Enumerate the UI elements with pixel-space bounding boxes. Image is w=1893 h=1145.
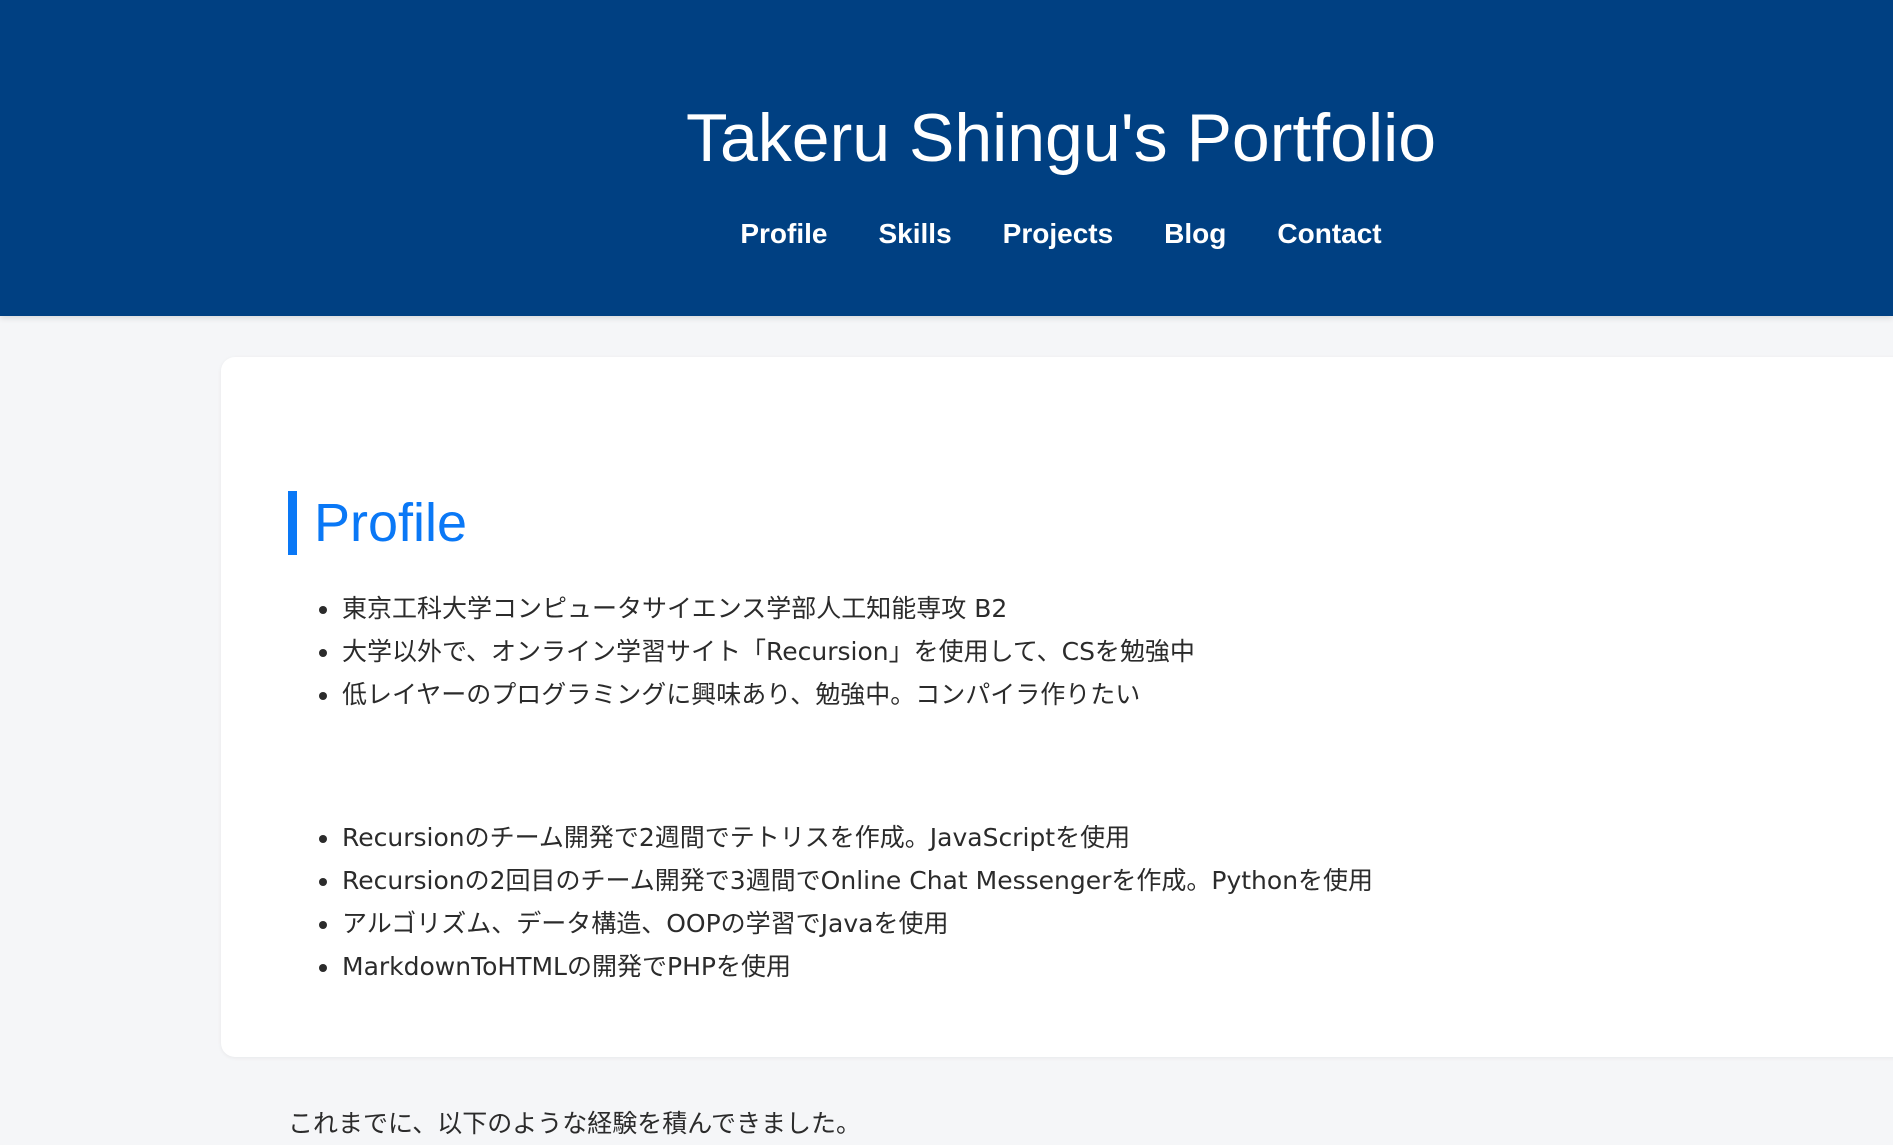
profile-list: 東京工科大学コンピュータサイエンス学部人工知能専攻 B2 大学以外で、オンライン… <box>319 587 1195 716</box>
list-item: 低レイヤーのプログラミングに興味あり、勉強中。コンパイラ作りたい <box>319 673 1195 716</box>
nav-link-profile[interactable]: Profile <box>740 214 827 254</box>
nav-link-projects[interactable]: Projects <box>1003 214 1114 254</box>
experience-list: Recursionのチーム開発で2週間でテトリスを作成。JavaScriptを使… <box>318 816 1373 988</box>
list-item: 大学以外で、オンライン学習サイト「Recursion」を使用して、CSを勉強中 <box>319 630 1195 673</box>
list-item: Recursionの2回目のチーム開発で3週間でOnline Chat Mess… <box>318 859 1373 902</box>
nav-link-blog[interactable]: Blog <box>1164 214 1226 254</box>
site-title: Takeru Shingu's Portfolio <box>685 100 1437 176</box>
site-header: Takeru Shingu's Portfolio Profile Skills… <box>0 0 1893 316</box>
list-item: 東京工科大学コンピュータサイエンス学部人工知能専攻 B2 <box>319 587 1195 630</box>
list-item: アルゴリズム、データ構造、OOPの学習でJavaを使用 <box>318 902 1373 945</box>
nav-link-contact[interactable]: Contact <box>1277 214 1381 254</box>
main-nav: Profile Skills Projects Blog Contact <box>0 214 1893 254</box>
profile-heading: Profile <box>288 491 467 555</box>
list-item: Recursionのチーム開発で2週間でテトリスを作成。JavaScriptを使… <box>318 816 1373 859</box>
nav-link-skills[interactable]: Skills <box>879 214 952 254</box>
experience-intro: これまでに、以下のような経験を積んできました。 <box>288 1109 862 1138</box>
list-item: MarkdownToHTMLの開発でPHPを使用 <box>318 945 1373 988</box>
